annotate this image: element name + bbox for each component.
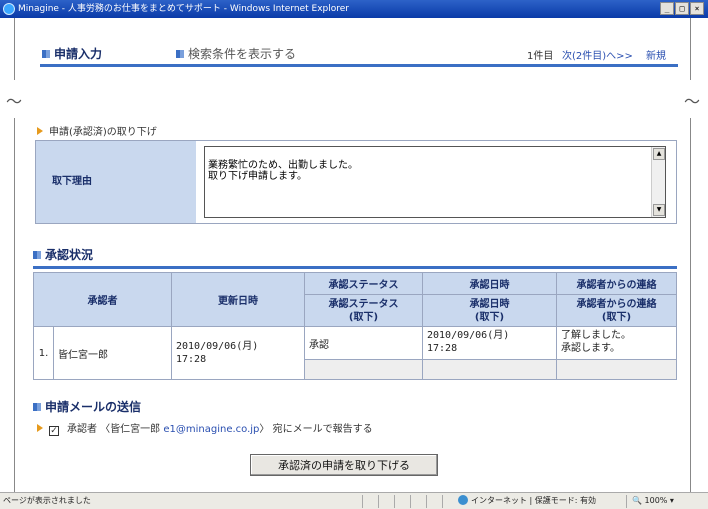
square-bullet-icon [33,251,41,259]
status-separator [394,495,395,508]
break-mark-left: ～ [6,92,23,111]
col-date-withdraw: 承認日時 (取下) [422,294,557,327]
close-button[interactable]: × [690,2,704,15]
show-conditions-link[interactable]: 検索条件を表示する [176,45,296,62]
globe-icon [458,495,468,505]
frame-border [14,118,15,492]
mail-option: ✓ 承認者 〈皆仁宮一郎 e1@minagine.co.jp〉 宛にメールで報告す… [37,420,373,436]
col-date: 承認日時 [422,272,557,295]
status-separator [378,495,379,508]
updated-datetime: 2010/09/06(月) 17:28 [171,326,305,380]
status-text: ページが表示されました [3,496,91,505]
status-separator [362,495,363,508]
withdraw-datetime [422,359,557,380]
mail-text-before: 承認者 〈皆仁宮一郎 [67,424,164,435]
record-count: 1件目 [527,51,554,62]
status-separator [626,495,627,508]
next-record-link[interactable]: 次(2件目)へ>> [562,47,633,62]
square-bullet-icon [33,403,41,411]
window-titlebar: Minagine - 人事労務のお仕事をまとめてサポート - Windows I… [0,0,708,18]
section-label: 申請(承認済)の取り下げ [37,123,157,138]
minimize-button[interactable]: _ [660,2,674,15]
status-separator [410,495,411,508]
mail-heading: 申請メールの送信 [33,398,141,415]
approval-heading: 承認状況 [33,246,93,263]
notify-checkbox[interactable]: ✓ [49,426,59,436]
frame-border [14,18,15,80]
scroll-down-icon[interactable]: ▼ [653,204,665,216]
status-bar: ページが表示されました インターネット | 保護モード: 有効 🔍 100% ▾ [0,492,708,509]
approval-divider [33,266,677,269]
reason-form: 取下理由 業務繁忙のため、出勤しました。 取り下げ申請します。 ▲ ▼ [35,140,677,224]
approver-name: 皆仁宮一郎 [53,326,172,380]
break-mark-right: ～ [684,92,701,111]
table-row: 1. 皆仁宮一郎 2010/09/06(月) 17:28 承認 2010/09/… [33,326,677,380]
header-divider [40,64,678,67]
reason-label: 取下理由 [36,141,196,223]
approver-contact: 了解しました。 承認します。 [556,326,677,360]
scroll-up-icon[interactable]: ▲ [653,148,665,160]
reason-textarea[interactable]: 業務繁忙のため、出勤しました。 取り下げ申請します。 ▲ ▼ [204,146,666,218]
col-contact-withdraw: 承認者からの連絡 (取下) [556,294,677,327]
col-updated: 更新日時 [171,272,305,327]
col-contact: 承認者からの連絡 [556,272,677,295]
zoom-control[interactable]: 🔍 100% ▾ [632,493,674,509]
frame-border [690,118,691,492]
frame-border [690,18,691,80]
col-approver: 承認者 [33,272,172,327]
new-link[interactable]: 新規 [646,47,666,62]
window-controls: _ □ × [660,2,704,15]
approval-status: 承認 [304,326,423,360]
ie-icon [3,3,15,15]
status-separator [442,495,443,508]
reason-cell: 業務繁忙のため、出勤しました。 取り下げ申請します。 ▲ ▼ [196,141,676,223]
approval-datetime: 2010/09/06(月) 17:28 [422,326,557,360]
withdraw-approved-button[interactable]: 承認済の申請を取り下げる [250,454,438,476]
square-bullet-icon [42,50,50,58]
window-title: Minagine - 人事労務のお仕事をまとめてサポート - Windows I… [18,4,349,14]
zoom-icon: 🔍 [632,496,642,505]
mail-text-after: 〉 宛にメールで報告する [259,424,373,435]
triangle-bullet-icon [37,424,43,432]
triangle-bullet-icon [37,127,43,135]
maximize-button[interactable]: □ [675,2,689,15]
security-zone: インターネット | 保護モード: 有効 [458,493,596,509]
approval-table: 承認者 更新日時 承認ステータス 承認日時 承認者からの連絡 承認ステータス (… [33,272,677,380]
withdraw-status [304,359,423,380]
textarea-scrollbar[interactable]: ▲ ▼ [651,147,665,217]
reason-text: 業務繁忙のため、出勤しました。 取り下げ申請します。 [208,160,358,182]
status-separator [426,495,427,508]
col-status-withdraw: 承認ステータス (取下) [304,294,423,327]
row-number: 1. [33,326,54,380]
col-status: 承認ステータス [304,272,423,295]
square-bullet-icon [176,50,184,58]
withdraw-contact [556,359,677,380]
page-title: 申請入力 [42,45,102,62]
approver-email-link[interactable]: e1@minagine.co.jp [163,424,259,435]
